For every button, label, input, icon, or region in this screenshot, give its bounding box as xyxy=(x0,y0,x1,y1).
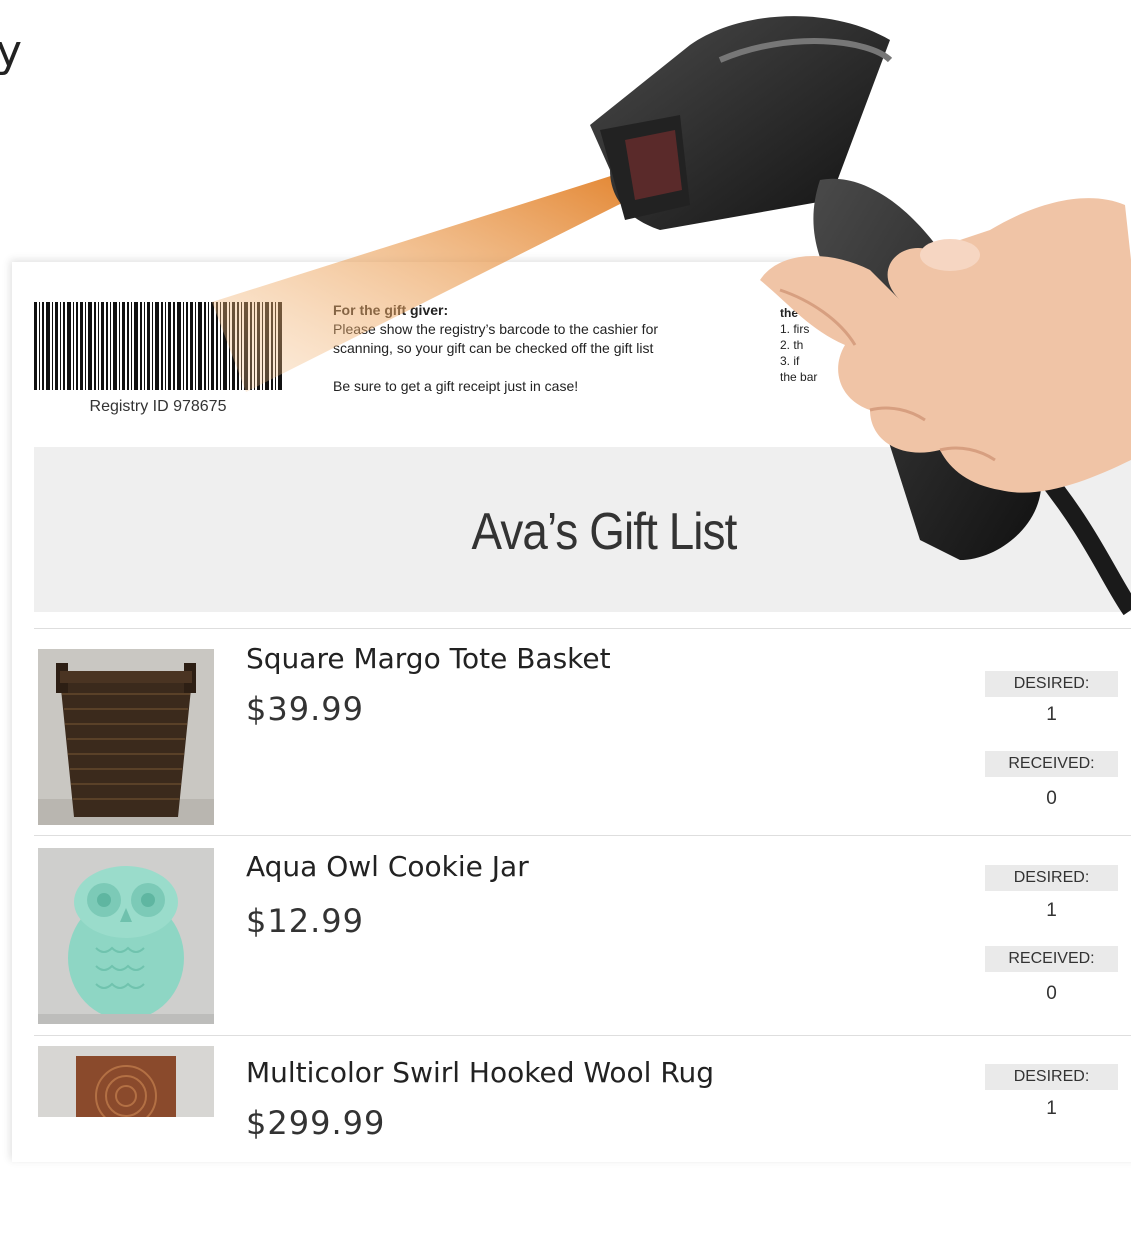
divider xyxy=(34,835,1131,836)
desired-label: DESIRED: xyxy=(985,865,1118,891)
item-price: $299.99 xyxy=(246,1104,386,1142)
desired-count: 1 xyxy=(1046,704,1057,725)
item-name[interactable]: Aqua Owl Cookie Jar xyxy=(246,850,529,883)
desired-label: DESIRED: xyxy=(985,1064,1118,1090)
basket-image[interactable] xyxy=(38,649,214,825)
received-count: 0 xyxy=(1046,983,1057,1004)
barcode-icon xyxy=(34,302,282,390)
owl-jar-image[interactable] xyxy=(38,848,214,1024)
received-label: RECEIVED: xyxy=(985,751,1118,777)
corner-glyph: y xyxy=(0,26,23,77)
received-count: 0 xyxy=(1046,788,1057,809)
divider xyxy=(34,1035,1131,1036)
item-name[interactable]: Square Margo Tote Basket xyxy=(246,642,611,675)
gift-giver-heading: gift giver: xyxy=(384,302,449,318)
gift-giver-heading-prefix: For the xyxy=(333,302,385,318)
list-item[interactable]: Multicolor Swirl Hooked Wool Rug $299.99… xyxy=(0,1046,1131,1246)
rug-image[interactable] xyxy=(38,1046,214,1117)
item-price: $39.99 xyxy=(246,690,364,728)
received-label: RECEIVED: xyxy=(985,946,1118,972)
registry-id-label: Registry ID 978675 xyxy=(89,398,227,415)
barcode-scanner-icon xyxy=(590,16,1131,616)
item-price: $12.99 xyxy=(246,902,364,940)
list-item[interactable]: Square Margo Tote Basket $39.99 DESIRED:… xyxy=(0,640,1131,840)
item-name[interactable]: Multicolor Swirl Hooked Wool Rug xyxy=(246,1056,714,1089)
desired-count: 1 xyxy=(1046,900,1057,921)
desired-label: DESIRED: xyxy=(985,671,1118,697)
list-item[interactable]: Aqua Owl Cookie Jar $12.99 DESIRED: 1 RE… xyxy=(0,848,1131,1048)
